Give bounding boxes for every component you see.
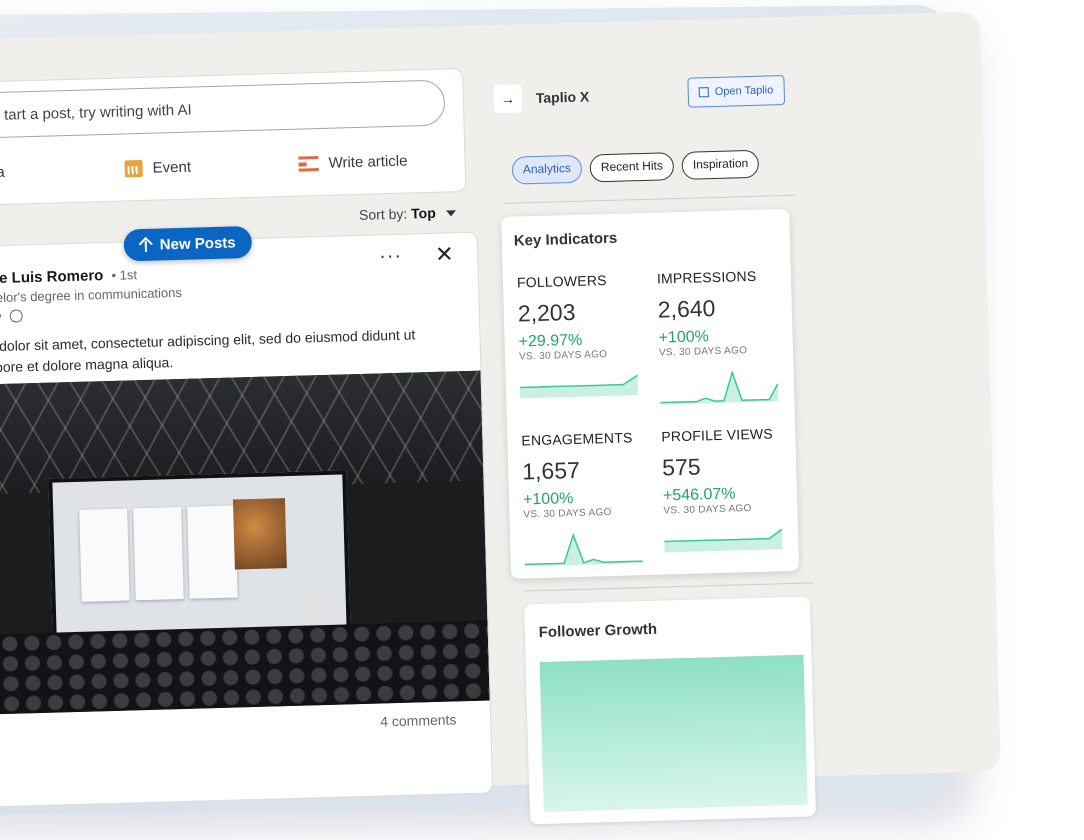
sort-value: Top: [410, 204, 436, 222]
author-name[interactable]: ose Luis Romero: [0, 267, 104, 287]
metric-compare: VS. 30 DAYS AGO: [663, 503, 752, 517]
post-meta: m •: [0, 307, 23, 323]
sparkline-line: [524, 532, 643, 566]
write-article-button[interactable]: Write article: [298, 152, 408, 173]
sparkline: [660, 370, 779, 405]
metric-label: PROFILE VIEWS: [661, 425, 774, 445]
taplio-header: → Taplio X: [493, 82, 590, 114]
divider: [523, 582, 814, 592]
sparkline: [664, 528, 783, 553]
arrow-up-icon: [140, 238, 152, 252]
post-body: m dolor sit amet, consectetur adipiscing…: [0, 326, 416, 376]
metric-followers: FOLLOWERS 2,203 +29.97% VS. 30 DAYS AGO: [517, 271, 649, 425]
metric-compare: VS. 30 DAYS AGO: [518, 349, 608, 363]
new-posts-label: New Posts: [159, 233, 236, 253]
food-photo: [232, 498, 287, 570]
sort-dropdown[interactable]: Sort by: Top: [359, 204, 456, 223]
more-options-button[interactable]: ···: [379, 245, 403, 269]
sparkline: [524, 532, 643, 567]
event-button[interactable]: Event: [124, 159, 191, 178]
metric-impressions: IMPRESSIONS 2,640 +100% VS. 30 DAYS AGO: [657, 267, 789, 421]
metric-profile-views: PROFILE VIEWS 575 +546.07% VS. 30 DAYS A…: [661, 425, 793, 579]
write-article-label: Write article: [328, 152, 408, 172]
open-taplio-button[interactable]: Open Taplio: [687, 75, 785, 108]
close-icon[interactable]: ✕: [435, 241, 454, 268]
metric-engagements: ENGAGEMENTS 1,657 +100% VS. 30 DAYS AGO: [521, 429, 653, 583]
metric-value: 575: [661, 453, 701, 481]
media-button[interactable]: dia: [0, 164, 5, 182]
projector-screen: [48, 470, 351, 649]
caret-down-icon: [445, 210, 456, 217]
tab-analytics[interactable]: Analytics: [511, 154, 583, 185]
metric-value: 2,640: [657, 295, 716, 323]
divider: [504, 194, 795, 204]
post-composer: tart a post, try writing with AI dia Eve…: [0, 67, 467, 206]
new-posts-button[interactable]: New Posts: [123, 225, 253, 262]
comments-count[interactable]: 4 comments: [380, 711, 457, 729]
metric-value: 1,657: [521, 456, 581, 485]
start-post-input[interactable]: tart a post, try writing with AI: [0, 79, 446, 139]
app-title: Taplio X: [535, 88, 590, 106]
metric-compare: VS. 30 DAYS AGO: [523, 506, 612, 521]
author-headline: chelor's degree in communications: [0, 284, 183, 306]
external-link-icon: [698, 87, 709, 98]
calendar-icon: [124, 159, 143, 178]
sparkline: [519, 374, 639, 399]
tab-recent-hits[interactable]: Recent Hits: [589, 152, 675, 183]
sidebar-tabs: Analytics Recent Hits Inspiration: [511, 149, 760, 185]
audience: [0, 620, 490, 715]
globe-icon: [9, 309, 23, 323]
metric-value: 2,203: [517, 298, 576, 327]
metric-label: IMPRESSIONS: [656, 267, 757, 287]
metric-label: ENGAGEMENTS: [521, 429, 633, 449]
event-label: Event: [152, 158, 192, 177]
sparkline-line: [660, 370, 779, 404]
key-indicators-title: Key Indicators: [513, 229, 618, 250]
connection-degree: • 1st: [111, 267, 138, 283]
open-taplio-label: Open Taplio: [714, 84, 774, 98]
metric-compare: VS. 30 DAYS AGO: [658, 345, 748, 359]
app-mockup: [133, 507, 184, 601]
feed-post: ose Luis Romero • 1st chelor's degree in…: [0, 231, 494, 808]
app-mockup: [79, 508, 130, 602]
sort-label: Sort by:: [358, 205, 408, 223]
media-label: dia: [0, 163, 5, 182]
arrow-right-icon[interactable]: →: [493, 84, 523, 114]
post-author[interactable]: ose Luis Romero • 1st: [0, 266, 137, 287]
app-screen: tart a post, try writing with AI dia Eve…: [0, 11, 1001, 825]
follower-growth-area: [539, 654, 808, 813]
metric-label: FOLLOWERS: [516, 272, 607, 291]
tab-inspiration[interactable]: Inspiration: [681, 149, 760, 180]
post-time: m •: [0, 308, 2, 324]
post-image[interactable]: [0, 370, 490, 715]
follower-growth-title: Follower Growth: [538, 620, 658, 642]
app-mockup: [187, 505, 238, 599]
key-indicators-card: Key Indicators FOLLOWERS 2,203 +29.97% V…: [501, 208, 800, 579]
article-icon: [298, 156, 319, 172]
follower-growth-card: Follower Growth: [523, 596, 817, 825]
